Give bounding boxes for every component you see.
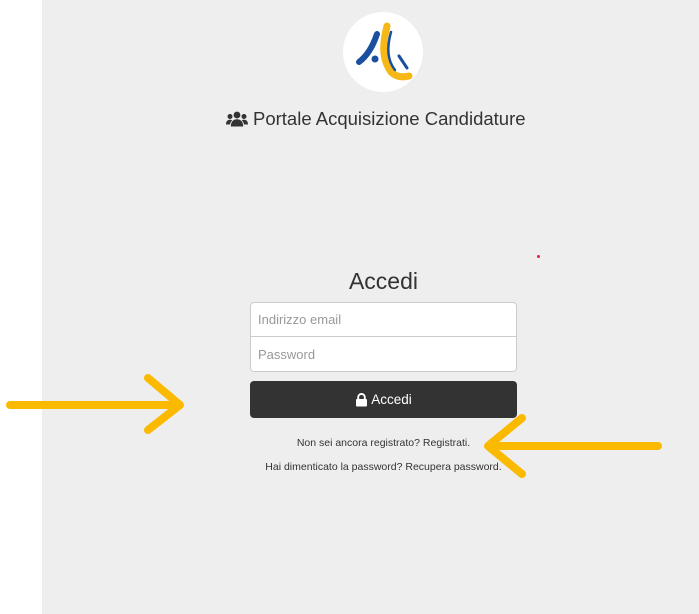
password-input[interactable] (250, 337, 517, 372)
login-button-label: Accedi (371, 392, 412, 407)
login-panel: Portale Acquisizione Candidature Accedi … (42, 0, 699, 614)
red-dot (537, 255, 540, 258)
arrow-right-icon (6, 374, 184, 434)
register-link[interactable]: Registrati. (423, 437, 470, 449)
arrow-left-icon (484, 414, 662, 478)
portal-title-text: Portale Acquisizione Candidature (253, 108, 526, 129)
login-button[interactable]: Accedi (250, 381, 517, 418)
portal-logo-icon (356, 22, 413, 81)
lock-icon (356, 392, 368, 406)
login-heading: Accedi (348, 268, 419, 294)
portal-title: Portale Acquisizione Candidature (226, 108, 526, 130)
recover-prompt: Hai dimenticato la password? (265, 461, 403, 473)
portal-logo (343, 12, 423, 92)
users-icon (226, 111, 248, 127)
email-input[interactable] (250, 302, 517, 337)
register-prompt: Non sei ancora registrato? (296, 437, 420, 449)
